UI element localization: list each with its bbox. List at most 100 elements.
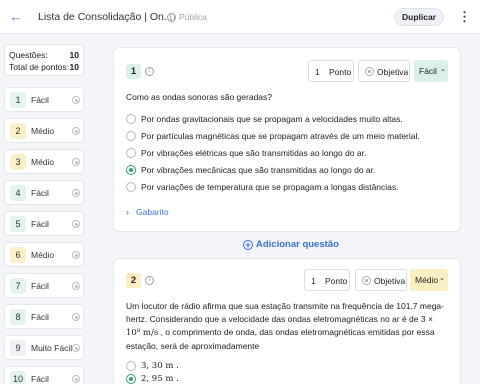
radio-icon	[72, 251, 80, 259]
points-label: Ponto	[325, 276, 348, 286]
question-stem: Um locutor de rádio afirma que sua estaç…	[126, 300, 456, 353]
math-expression: 10⁸ m/s	[126, 328, 159, 338]
question-nav-item-2[interactable]: 2 Médio	[4, 118, 84, 143]
info-icon[interactable]: i	[145, 276, 154, 285]
radio-icon	[72, 158, 80, 166]
question-type-selector[interactable]: Objetiva	[355, 269, 407, 291]
difficulty-dropdown[interactable]: Médio ⌄	[410, 269, 448, 291]
question-type-selector[interactable]: Objetiva	[358, 60, 410, 82]
question-stem-line: 10⁸ m/s , o comprimento de onda, das ond…	[126, 326, 456, 340]
answer-option-text: 2, 95 m .	[141, 374, 179, 384]
answer-option-text: Por vibrações mecânicas que são transmit…	[141, 165, 376, 175]
question-nav-item-10[interactable]: 10 Fácil	[4, 366, 84, 384]
visibility-indicator: Pública	[167, 12, 207, 22]
question-nav-number: 9	[10, 340, 26, 356]
radio-button[interactable]	[126, 182, 136, 192]
total-points-value: 10	[69, 62, 79, 72]
radio-button[interactable]	[126, 131, 136, 141]
question-stem-line: Um locutor de rádio afirma que sua estaç…	[126, 301, 444, 311]
question-nav-level: Fácil	[31, 219, 49, 229]
question-nav-level: Fácil	[31, 188, 49, 198]
question-nav-level: Fácil	[31, 374, 49, 384]
question-nav-item-3[interactable]: 3 Médio	[4, 149, 84, 174]
radio-button[interactable]	[126, 148, 136, 158]
points-input[interactable]: 1 Ponto	[308, 60, 354, 82]
answer-option[interactable]: 3, 30 m .	[126, 360, 179, 372]
answer-option-text: Por partículas magnéticas que se propaga…	[141, 131, 420, 141]
question-nav-item-5[interactable]: 5 Fácil	[4, 211, 84, 236]
question-stem-text: , o comprimento de onda, das ondas eletr…	[158, 327, 435, 337]
question-nav-number: 7	[10, 278, 26, 294]
plus-circle-icon: +	[243, 239, 253, 250]
radio-icon	[72, 375, 80, 383]
answer-option[interactable]: Por variações de temperatura que se prop…	[126, 181, 399, 193]
answer-option-selected[interactable]: 2, 95 m .	[126, 373, 179, 384]
difficulty-label: Fácil	[419, 66, 437, 76]
radio-button-selected[interactable]	[126, 374, 136, 384]
answer-option-text: 3, 30 m .	[141, 361, 179, 371]
question-nav-number: 3	[10, 154, 26, 170]
radio-button-selected[interactable]	[126, 165, 136, 175]
question-nav-number: 10	[10, 371, 26, 384]
answer-option-selected[interactable]: Por vibrações mecânicas que são transmit…	[126, 164, 375, 176]
answer-option[interactable]: Por ondas gravitacionais que se propagam…	[126, 113, 403, 125]
kebab-menu-icon[interactable]: ⋮	[458, 9, 471, 25]
question-stem: Como as ondas sonoras são geradas?	[126, 92, 273, 102]
points-label: Ponto	[329, 67, 352, 77]
chevron-down-icon: ⌄	[439, 275, 445, 282]
questions-count-label: Questões:	[9, 50, 48, 60]
radio-icon	[72, 96, 80, 104]
question-type-label: Objetiva	[374, 276, 406, 286]
question-nav-item-9[interactable]: 9 Muito Fácil	[4, 335, 84, 360]
points-input[interactable]: 1 Ponto	[304, 269, 350, 291]
question-nav-level: Muito Fácil	[31, 343, 73, 353]
radio-icon	[365, 67, 374, 76]
visibility-label: Pública	[179, 12, 207, 22]
answer-key-label: Gabarito	[136, 207, 169, 217]
question-type-label: Objetiva	[377, 67, 409, 77]
question-stem-line: estação, será de aproximadamente	[126, 341, 260, 351]
answer-option[interactable]: Por vibrações elétricas que são transmit…	[126, 147, 366, 159]
summary-panel: Questões: 10 Total de pontos: 10	[4, 44, 84, 76]
question-nav-item-7[interactable]: 7 Fácil	[4, 273, 84, 298]
page-title: Lista de Consolidação | On...	[38, 11, 173, 23]
question-nav-item-1[interactable]: 1 Fácil	[4, 87, 84, 112]
difficulty-dropdown[interactable]: Fácil ⌄	[414, 60, 448, 82]
answer-option-text: Por vibrações elétricas que são transmit…	[141, 148, 367, 158]
add-question-button[interactable]: + Adicionar questão	[243, 239, 339, 250]
duplicate-button[interactable]: Duplicar	[394, 8, 444, 26]
question-nav-item-8[interactable]: 8 Fácil	[4, 304, 84, 329]
question-nav-level: Fácil	[31, 312, 49, 322]
question-number-badge: 2	[126, 273, 141, 288]
question-nav-number: 6	[10, 247, 26, 263]
answer-option-text: Por variações de temperatura que se prop…	[141, 182, 399, 192]
questions-count-value: 10	[69, 50, 79, 60]
radio-button[interactable]	[126, 114, 136, 124]
points-value: 1	[311, 276, 316, 286]
question-nav-item-6[interactable]: 6 Médio	[4, 242, 84, 267]
top-bar: ← Lista de Consolidação | On... Pública …	[0, 0, 480, 34]
question-nav-level: Médio	[31, 250, 55, 260]
answer-option-text: Por ondas gravitacionais que se propagam…	[141, 114, 403, 124]
question-nav-number: 5	[10, 216, 26, 232]
answer-key-toggle[interactable]: › Gabarito	[126, 207, 169, 217]
question-nav-number: 1	[10, 92, 26, 108]
chevron-down-icon: ⌄	[440, 66, 446, 73]
chevron-right-icon: ›	[126, 207, 129, 217]
arrow-left-icon[interactable]: ←	[9, 10, 23, 24]
question-nav-item-4[interactable]: 4 Fácil	[4, 180, 84, 205]
radio-icon	[72, 344, 80, 352]
add-question-label: Adicionar questão	[256, 239, 339, 250]
question-stem-line: hertz. Considerando que a velocidade das…	[126, 314, 433, 324]
radio-icon	[72, 313, 80, 321]
answer-option[interactable]: Por partículas magnéticas que se propaga…	[126, 130, 420, 142]
question-nav-number: 4	[10, 185, 26, 201]
radio-icon	[72, 220, 80, 228]
globe-icon	[167, 12, 176, 22]
difficulty-label: Médio	[415, 275, 439, 285]
question-nav-number: 8	[10, 309, 26, 325]
question-nav-level: Fácil	[31, 281, 49, 291]
radio-button[interactable]	[126, 361, 136, 371]
info-icon[interactable]: i	[145, 67, 154, 76]
points-value: 1	[315, 67, 320, 77]
